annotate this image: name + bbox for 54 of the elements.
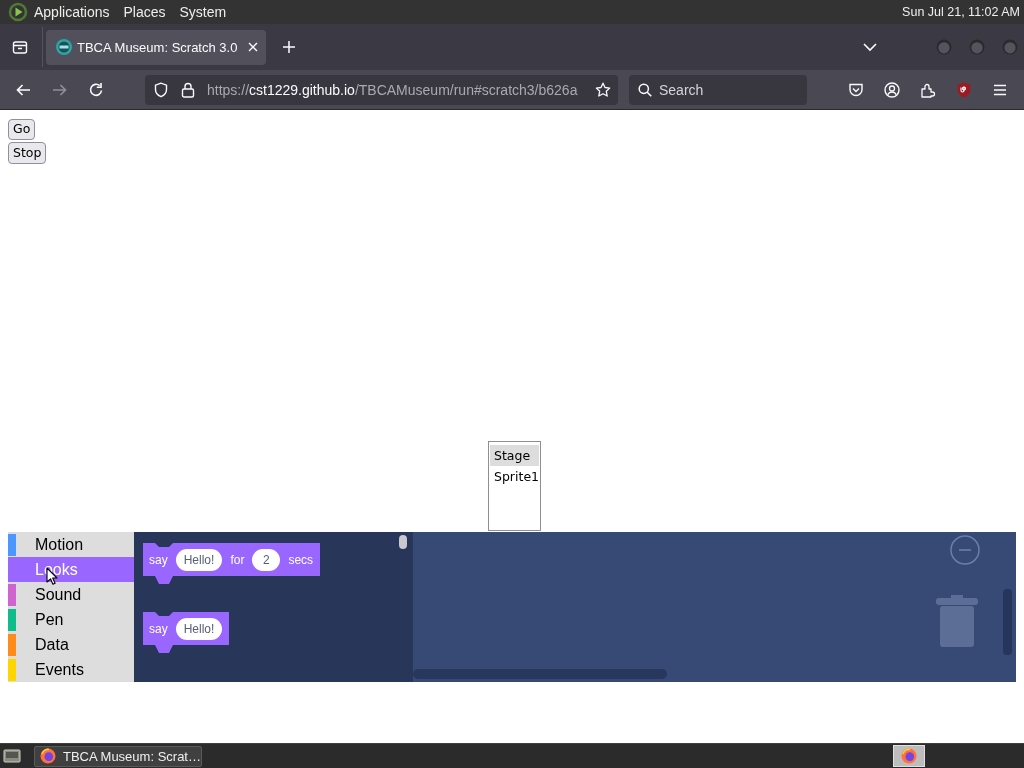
site-logo-icon (56, 39, 72, 55)
category-label[interactable]: Data (35, 635, 69, 654)
search-field[interactable]: Search (629, 74, 807, 105)
category-item[interactable]: Events (8, 657, 134, 682)
category-item[interactable]: Motion (8, 532, 134, 557)
desktop-icon[interactable] (3, 748, 21, 764)
panel-menu-item[interactable]: System (179, 4, 227, 20)
block-label: secs (288, 552, 314, 567)
category-label[interactable]: Events (35, 660, 84, 679)
chevron-down-icon[interactable] (863, 42, 877, 52)
say-block[interactable]: say Hello! for 2 secs (143, 543, 321, 584)
shield-badge-icon[interactable] (956, 81, 972, 98)
category-item[interactable]: Data (8, 632, 134, 657)
scrollbar-thumb[interactable] (399, 535, 407, 549)
text-input[interactable]: Hello! (175, 548, 223, 571)
page-button[interactable]: Stop (8, 142, 47, 164)
text-input[interactable]: Hello! (175, 617, 223, 640)
taskbar-button[interactable]: TBCA Museum: Scrat… (34, 745, 202, 767)
block-label: say (149, 552, 168, 567)
category-item[interactable]: Sound (8, 582, 134, 607)
lock-icon[interactable] (181, 81, 195, 98)
scrollbar-thumb[interactable] (1003, 589, 1012, 655)
browser-logo-icon (901, 748, 917, 764)
category-item[interactable]: Pen (8, 607, 134, 632)
page-button[interactable]: Go (8, 119, 36, 140)
browser-tab[interactable]: TBCA Museum: Scratch 3.0 (46, 29, 266, 65)
scrollbar-thumb[interactable] (413, 669, 667, 679)
puzzle-icon[interactable] (920, 81, 936, 98)
workspace-switcher[interactable] (893, 745, 925, 767)
play-ring-icon[interactable] (8, 2, 28, 22)
category-label[interactable]: Sound (35, 585, 82, 604)
category-label[interactable]: Motion (35, 535, 84, 554)
close-icon[interactable] (248, 42, 258, 52)
block-label: say (149, 621, 168, 636)
sprite-list-item[interactable]: Stage (490, 445, 539, 466)
search-icon (638, 82, 652, 97)
panel-menu-item[interactable]: Applications (34, 4, 110, 20)
new-tab-icon[interactable] (283, 41, 295, 53)
block-label: for (230, 552, 245, 567)
reload-icon[interactable] (88, 81, 104, 98)
clock-text: Sun Jul 21, 11:02 AM (902, 5, 1020, 19)
address-bar[interactable]: https://cst1229.github.io/TBCAMuseum/run#scratch3/b626a (145, 74, 618, 105)
tab-list-icon[interactable] (12, 39, 28, 55)
pocket-icon[interactable] (848, 81, 864, 98)
category-label[interactable]: Pen (35, 610, 64, 629)
number-input[interactable]: 2 (252, 548, 281, 571)
sprite-list[interactable]: Stage Sprite1 (488, 441, 541, 531)
sprite-list-item[interactable]: Sprite1 (490, 466, 539, 487)
shield-icon[interactable] (153, 81, 169, 98)
say-block[interactable]: say Hello! (143, 612, 230, 653)
star-icon[interactable] (595, 81, 611, 98)
browser-logo-icon (40, 748, 56, 764)
panel-menu-item[interactable]: Places (123, 4, 166, 20)
account-icon[interactable] (884, 81, 900, 98)
